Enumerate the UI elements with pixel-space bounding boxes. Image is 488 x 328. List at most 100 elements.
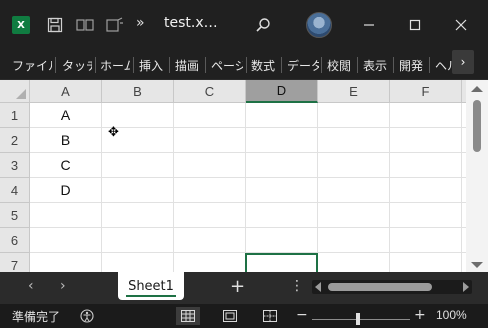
cell-c3[interactable] (174, 153, 246, 178)
cell-d1[interactable] (246, 103, 318, 128)
cell-f6[interactable] (390, 228, 462, 253)
cell-b5[interactable] (102, 203, 174, 228)
share-icon[interactable] (74, 14, 96, 36)
cell-a5[interactable] (30, 203, 102, 228)
column-header-e[interactable]: E (318, 80, 390, 103)
cell-b3[interactable] (102, 153, 174, 178)
row-header-2[interactable]: 2 (0, 128, 30, 153)
excel-icon[interactable]: X (12, 16, 30, 34)
column-header-a[interactable]: A (30, 80, 102, 103)
cell-e3[interactable] (318, 153, 390, 178)
cell-d2[interactable] (246, 128, 318, 153)
zoom-slider[interactable] (312, 319, 410, 320)
column-header-f[interactable]: F (390, 80, 462, 103)
select-all-button[interactable] (0, 80, 30, 103)
column-header-b[interactable]: B (102, 80, 174, 103)
ribbon-more-tabs-button[interactable]: › (452, 50, 474, 74)
tab-page-layout[interactable]: ページ (211, 57, 243, 74)
cell-a4[interactable]: D (30, 178, 102, 203)
cell-c6[interactable] (174, 228, 246, 253)
scroll-right-icon[interactable] (463, 282, 469, 292)
cell-f2[interactable] (390, 128, 462, 153)
tab-help[interactable]: ヘルプ (435, 57, 452, 74)
cell-a6[interactable] (30, 228, 102, 253)
row-header-5[interactable]: 5 (0, 203, 30, 228)
cell-b6[interactable] (102, 228, 174, 253)
cell-c5[interactable] (174, 203, 246, 228)
cell-c7[interactable] (174, 253, 246, 272)
tab-view[interactable]: 表示 (363, 57, 389, 74)
tab-insert[interactable]: 挿入 (139, 57, 165, 74)
sheet-options-icon[interactable]: ⋮ (290, 278, 304, 294)
scroll-up-icon[interactable] (471, 86, 483, 92)
cell-f1[interactable] (390, 103, 462, 128)
row-header-3[interactable]: 3 (0, 153, 30, 178)
page-break-preview-icon[interactable] (258, 307, 282, 325)
tab-draw[interactable]: 描画 (175, 57, 201, 74)
zoom-level[interactable]: 100% (436, 308, 467, 322)
cell-d4[interactable] (246, 178, 318, 203)
worksheet-grid[interactable]: A B C D E F 1 2 3 4 5 6 7 ABCD (0, 80, 466, 272)
row-header-6[interactable]: 6 (0, 228, 30, 253)
add-sheet-button[interactable]: + (230, 276, 245, 297)
accessibility-icon[interactable] (80, 309, 94, 323)
minimize-icon[interactable] (356, 12, 382, 38)
cell-a7[interactable] (30, 253, 102, 272)
cell-f3[interactable] (390, 153, 462, 178)
zoom-out-button[interactable]: − (296, 307, 308, 323)
tab-divider (95, 57, 96, 73)
cell-f7[interactable] (390, 253, 462, 272)
cell-a2[interactable]: B (30, 128, 102, 153)
search-icon[interactable] (252, 14, 274, 36)
tab-formulas[interactable]: 数式 (251, 57, 277, 74)
cell-d6[interactable] (246, 228, 318, 253)
cell-e4[interactable] (318, 178, 390, 203)
cell-e6[interactable] (318, 228, 390, 253)
tab-touch[interactable]: タッチ (62, 57, 92, 74)
sheet-prev-icon[interactable]: ‹ (28, 278, 34, 294)
vertical-scrollbar[interactable] (466, 80, 488, 272)
cell-a1[interactable]: A (30, 103, 102, 128)
maximize-icon[interactable] (402, 12, 428, 38)
cell-b4[interactable] (102, 178, 174, 203)
column-header-c[interactable]: C (174, 80, 246, 103)
cell-f4[interactable] (390, 178, 462, 203)
column-header-d[interactable]: D (246, 80, 318, 103)
row-header-4[interactable]: 4 (0, 178, 30, 203)
sheet-tab-sheet1[interactable]: Sheet1 (118, 272, 184, 300)
overflow-button[interactable]: » (136, 15, 145, 31)
normal-view-icon[interactable] (176, 307, 200, 325)
zoom-slider-thumb[interactable] (356, 313, 360, 325)
cell-d3[interactable] (246, 153, 318, 178)
cell-e7[interactable] (318, 253, 390, 272)
cell-b7[interactable] (102, 253, 174, 272)
close-icon[interactable] (448, 12, 474, 38)
cell-c2[interactable] (174, 128, 246, 153)
scroll-left-icon[interactable] (315, 282, 321, 292)
sheet-next-icon[interactable]: › (60, 278, 66, 294)
vertical-scroll-thumb[interactable] (473, 100, 481, 152)
cell-a3[interactable]: C (30, 153, 102, 178)
tab-review[interactable]: 校閲 (327, 57, 353, 74)
zoom-in-button[interactable]: + (414, 307, 426, 323)
page-layout-icon[interactable] (218, 307, 242, 325)
row-header-1[interactable]: 1 (0, 103, 30, 128)
cell-c1[interactable] (174, 103, 246, 128)
touch-mode-icon[interactable] (104, 14, 126, 36)
user-avatar[interactable] (306, 12, 332, 38)
scroll-down-icon[interactable] (471, 262, 483, 268)
cell-e5[interactable] (318, 203, 390, 228)
horizontal-scroll-thumb[interactable] (328, 283, 432, 291)
cell-f5[interactable] (390, 203, 462, 228)
tab-developer[interactable]: 開発 (399, 57, 425, 74)
cell-e1[interactable] (318, 103, 390, 128)
row-header-7[interactable]: 7 (0, 253, 30, 272)
save-icon[interactable] (44, 14, 66, 36)
tab-home[interactable]: ホーム (100, 57, 130, 74)
tab-file[interactable]: ファイル (12, 57, 52, 74)
cell-e2[interactable] (318, 128, 390, 153)
cell-d5[interactable] (246, 203, 318, 228)
tab-data[interactable]: データ (287, 57, 319, 74)
horizontal-scrollbar[interactable] (312, 280, 472, 294)
cell-c4[interactable] (174, 178, 246, 203)
